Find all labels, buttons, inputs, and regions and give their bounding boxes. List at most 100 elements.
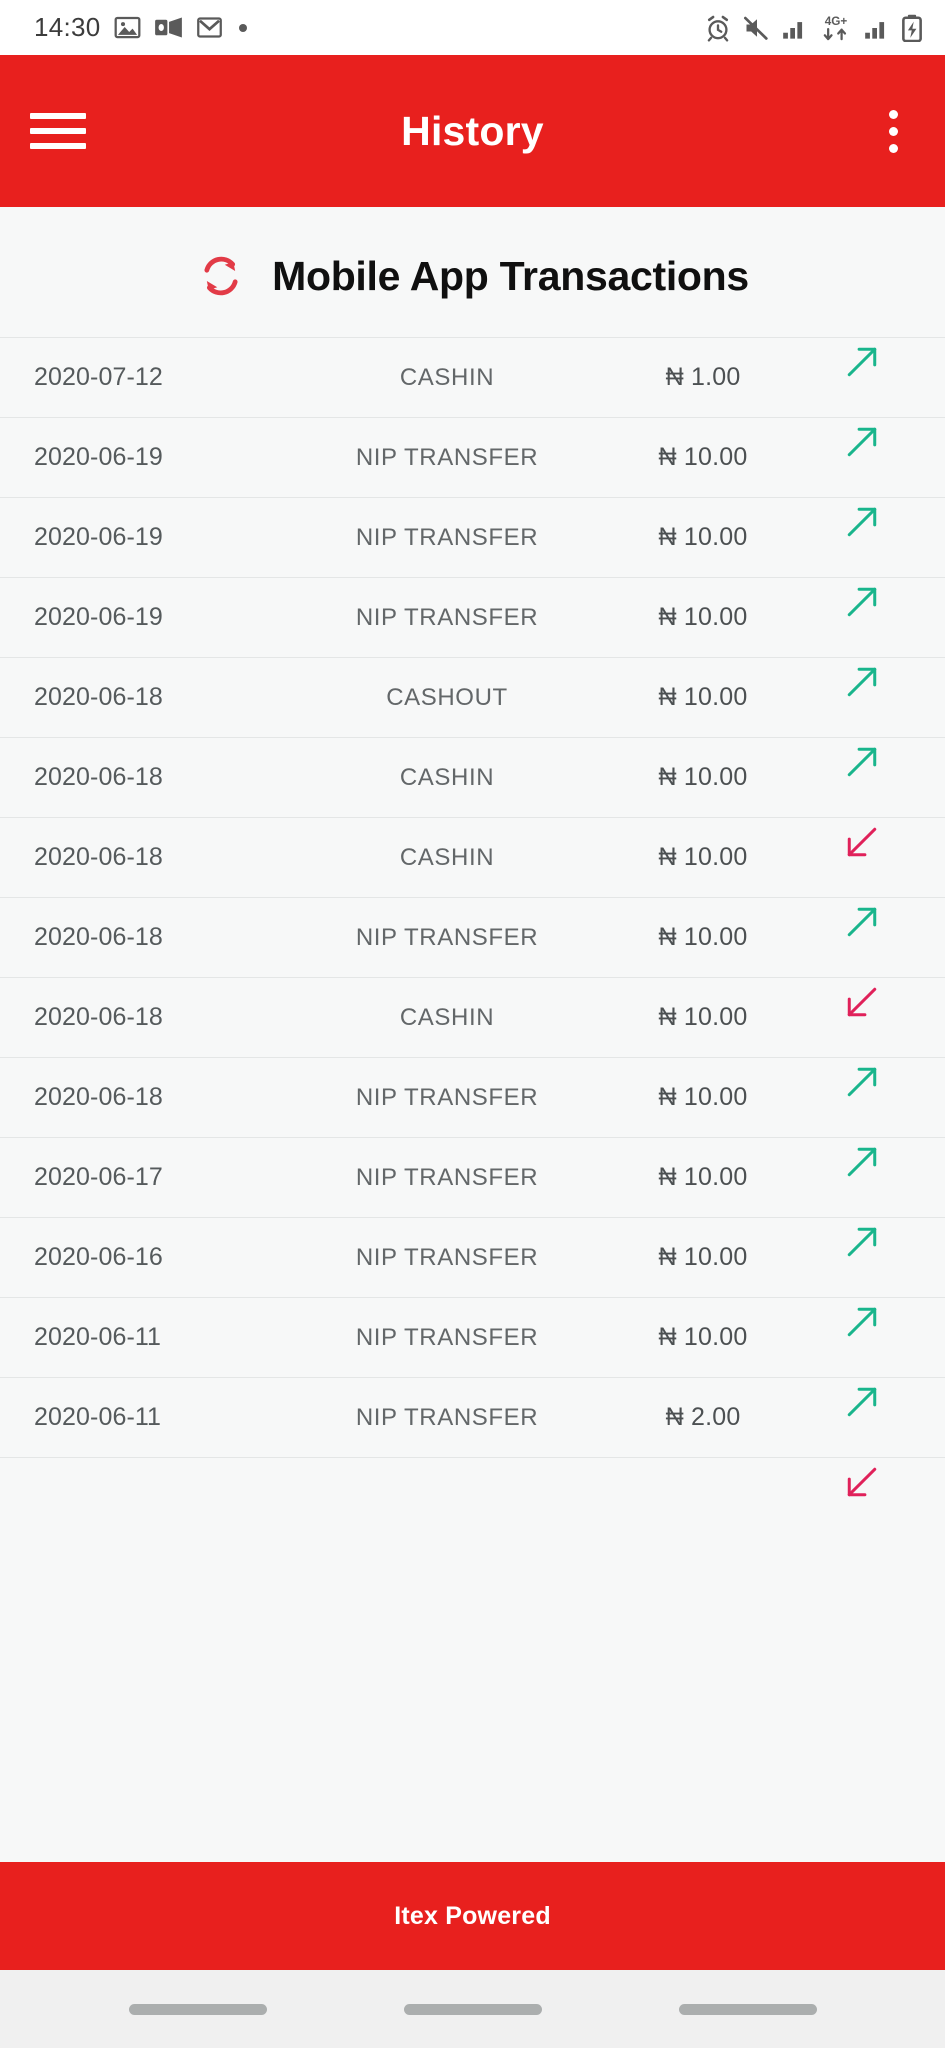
table-row[interactable]: 2020-06-18 NIP TRANSFER ₦ 10.00 xyxy=(0,1057,945,1137)
cell-date: 2020-06-19 xyxy=(34,603,163,631)
table-row[interactable]: 2020-06-17 NIP TRANSFER ₦ 10.00 xyxy=(0,1137,945,1217)
cell-type: CASHIN xyxy=(399,763,495,791)
cell-amount: ₦ 10.00 xyxy=(658,523,748,551)
table-row[interactable]: 2020-06-16 NIP TRANSFER ₦ 10.00 xyxy=(0,1217,945,1297)
app-bar: History xyxy=(0,55,945,207)
table-row[interactable]: 2020-06-18 NIP TRANSFER ₦ 10.00 xyxy=(0,897,945,977)
cell-date: 2020-06-19 xyxy=(34,523,163,551)
cell-date: 2020-06-16 xyxy=(34,1243,163,1271)
cell-direction xyxy=(818,658,945,704)
cell-amount: ₦ 10.00 xyxy=(658,1083,748,1111)
table-row[interactable]: 2020-07-12 CASHIN ₦ 1.00 xyxy=(0,337,945,417)
cell-amount: ₦ 10.00 xyxy=(658,603,748,631)
table-row[interactable]: 2020-06-19 NIP TRANSFER ₦ 10.00 xyxy=(0,497,945,577)
cell-direction xyxy=(818,1378,945,1424)
table-row[interactable]: 2020-06-18 CASHIN ₦ 10.00 xyxy=(0,817,945,897)
cell-direction xyxy=(818,1138,945,1184)
arrow-up-right-icon xyxy=(847,1147,877,1177)
cell-direction xyxy=(818,1058,945,1104)
battery-charging-icon xyxy=(902,14,922,42)
cell-amount: ₦ 10.00 xyxy=(658,1323,748,1351)
cell-type: NIP TRANSFER xyxy=(355,1083,539,1111)
page-title: History xyxy=(401,107,544,154)
volume-mute-icon xyxy=(743,16,768,40)
arrow-up-right-icon xyxy=(847,427,877,457)
nav-pill-back[interactable] xyxy=(128,2003,267,2015)
signal-bars-2-icon xyxy=(865,21,885,39)
cell-direction xyxy=(818,1458,945,1504)
cell-direction xyxy=(818,1218,945,1264)
kebab-dot xyxy=(888,126,898,136)
cell-type: NIP TRANSFER xyxy=(355,443,539,471)
cell-direction xyxy=(818,898,945,944)
cell-amount: ₦ 10.00 xyxy=(658,763,748,791)
cell-type: CASHIN xyxy=(399,363,495,391)
signal-bars-icon xyxy=(783,21,803,39)
alarm-icon xyxy=(707,15,729,42)
cell-type: CASHOUT xyxy=(386,683,508,711)
status-bar: 14:30 4G+ xyxy=(0,0,945,55)
arrow-up-right-icon xyxy=(847,1067,877,1097)
transaction-list: 2020-07-12 CASHIN ₦ 1.00 2020-06-19 NIP TRAN… xyxy=(0,337,945,1537)
cell-amount: ₦ 10.00 xyxy=(658,443,748,471)
table-row[interactable]: 2020-06-18 CASHIN ₦ 10.00 xyxy=(0,977,945,1057)
footer-label: Itex Powered xyxy=(394,1901,551,1930)
section-heading-text: Mobile App Transactions xyxy=(272,252,749,299)
cell-amount: ₦ 10.00 xyxy=(658,1243,748,1271)
cell-amount: ₦ 10.00 xyxy=(658,683,748,711)
cell-type: CASHIN xyxy=(399,843,495,871)
cell-direction xyxy=(818,738,945,784)
cell-direction xyxy=(818,578,945,624)
cell-date: 2020-06-18 xyxy=(34,1003,163,1031)
cell-direction xyxy=(818,338,945,384)
table-row[interactable] xyxy=(0,1457,945,1537)
cell-direction xyxy=(818,498,945,544)
status-bar-clock: 14:30 xyxy=(34,12,101,42)
table-row[interactable]: 2020-06-11 NIP TRANSFER ₦ 10.00 xyxy=(0,1297,945,1377)
hamburger-line xyxy=(30,128,86,134)
cell-type: NIP TRANSFER xyxy=(355,1323,539,1351)
cell-date: 2020-06-18 xyxy=(34,763,163,791)
table-row[interactable]: 2020-06-18 CASHOUT ₦ 10.00 xyxy=(0,657,945,737)
arrow-down-left-icon xyxy=(847,1467,877,1497)
cell-type: NIP TRANSFER xyxy=(355,603,539,631)
cell-amount: ₦ 10.00 xyxy=(658,923,748,951)
kebab-dot xyxy=(888,109,898,119)
outlook-icon xyxy=(154,17,182,38)
gmail-icon xyxy=(196,17,222,38)
notification-dot-icon xyxy=(238,23,247,32)
cell-date: 2020-06-18 xyxy=(34,683,163,711)
cell-direction xyxy=(818,1298,945,1344)
cell-amount: ₦ 10.00 xyxy=(658,843,748,871)
hamburger-menu-icon[interactable] xyxy=(30,109,86,153)
arrow-up-right-icon xyxy=(847,667,877,697)
hamburger-line xyxy=(30,143,86,149)
arrow-up-right-icon xyxy=(847,907,877,937)
nav-pill-home[interactable] xyxy=(403,2003,542,2015)
cell-date: 2020-06-17 xyxy=(34,1163,163,1191)
cell-type: NIP TRANSFER xyxy=(355,1403,539,1431)
kebab-dot xyxy=(888,143,898,153)
cell-type: NIP TRANSFER xyxy=(355,923,539,951)
kebab-menu-icon[interactable] xyxy=(871,104,915,158)
arrow-up-right-icon xyxy=(847,347,877,377)
cell-amount: ₦ 10.00 xyxy=(658,1163,748,1191)
table-row[interactable]: 2020-06-19 NIP TRANSFER ₦ 10.00 xyxy=(0,577,945,657)
table-row[interactable]: 2020-06-19 NIP TRANSFER ₦ 10.00 xyxy=(0,417,945,497)
arrow-down-left-icon xyxy=(847,987,877,1017)
refresh-sync-icon[interactable] xyxy=(196,251,246,301)
status-bar-left: 14:30 xyxy=(34,12,247,43)
arrow-up-right-icon xyxy=(847,747,877,777)
hamburger-line xyxy=(30,113,86,119)
cell-amount: ₦ 10.00 xyxy=(658,1003,748,1031)
cell-date: 2020-06-11 xyxy=(34,1403,162,1431)
cell-date: 2020-06-18 xyxy=(34,843,163,871)
table-row[interactable]: 2020-06-11 NIP TRANSFER ₦ 2.00 xyxy=(0,1377,945,1457)
cell-direction xyxy=(818,818,945,864)
arrow-up-right-icon xyxy=(847,1307,877,1337)
cell-amount: ₦ 1.00 xyxy=(665,363,741,391)
table-row[interactable]: 2020-06-18 CASHIN ₦ 10.00 xyxy=(0,737,945,817)
cell-direction xyxy=(818,418,945,464)
nav-pill-recents[interactable] xyxy=(678,2003,817,2015)
network-4g-plus-icon: 4G+ xyxy=(823,15,847,40)
